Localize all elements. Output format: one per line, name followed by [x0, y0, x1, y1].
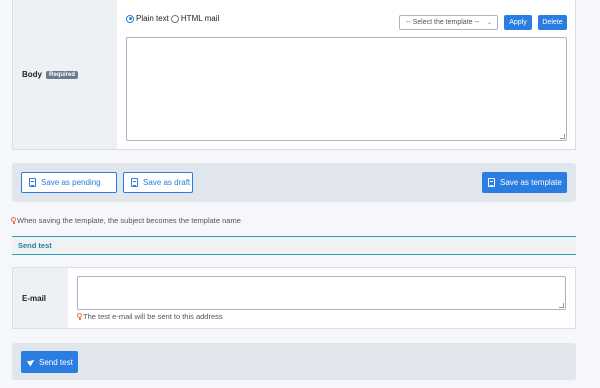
required-badge: Required — [46, 70, 79, 79]
send-test-bar: Send test — [12, 343, 576, 380]
save-as-template-label: Save as template — [500, 178, 562, 187]
email-label-cell: E-mail — [13, 268, 68, 328]
template-select[interactable]: -- Select the template -- ⌄ — [399, 15, 498, 30]
html-mail-option[interactable]: HTML mail — [170, 14, 220, 23]
plain-text-radio[interactable] — [126, 14, 134, 23]
email-hint-text: The test e-mail will be sent to this add… — [83, 312, 223, 321]
chevron-down-icon: ⌄ — [486, 20, 492, 26]
body-label-cell: Body Required — [13, 0, 117, 149]
plain-text-option[interactable]: Plain text — [126, 14, 169, 23]
template-select-value: -- Select the template -- — [406, 19, 480, 26]
html-mail-label: HTML mail — [180, 14, 220, 23]
paper-plane-icon — [26, 357, 37, 367]
html-mail-radio[interactable] — [170, 14, 179, 23]
email-hint: The test e-mail will be sent to this add… — [77, 312, 223, 321]
save-as-draft-label: Save as draft — [143, 178, 191, 187]
send-test-label: Send test — [39, 357, 73, 367]
lightbulb-icon — [77, 313, 82, 320]
resize-handle-icon[interactable] — [560, 134, 565, 139]
template-hint: When saving the template, the subject be… — [11, 216, 241, 225]
delete-button[interactable]: Delete — [538, 15, 567, 30]
document-icon — [29, 178, 36, 187]
save-as-draft-button[interactable]: Save as draft — [123, 172, 193, 193]
save-as-template-button[interactable]: Save as template — [482, 172, 567, 193]
body-input-cell: Plain text HTML mail -- Select the templ… — [117, 0, 575, 149]
body-textarea[interactable] — [126, 37, 567, 141]
save-action-bar: Save as pending Save as draft Save as te… — [12, 163, 576, 202]
document-icon — [131, 178, 138, 187]
body-field-row: Body Required Plain text HTML mail -- Se… — [12, 0, 576, 150]
apply-button[interactable]: Apply — [504, 15, 532, 30]
email-input-cell: The test e-mail will be sent to this add… — [68, 268, 575, 328]
template-hint-text: When saving the template, the subject be… — [17, 216, 241, 225]
save-as-pending-label: Save as pending — [41, 178, 101, 187]
email-field-row: E-mail The test e-mail will be sent to t… — [12, 267, 576, 329]
resize-handle-icon[interactable] — [559, 303, 564, 308]
document-icon — [488, 178, 495, 187]
send-test-title: Send test — [18, 241, 52, 250]
lightbulb-icon — [11, 217, 16, 224]
send-test-header: Send test — [12, 236, 576, 255]
send-test-button[interactable]: Send test — [21, 351, 78, 373]
format-radio-group: Plain text HTML mail — [126, 14, 221, 23]
plain-text-label: Plain text — [136, 14, 169, 23]
body-label: Body — [22, 70, 42, 79]
email-textarea[interactable] — [77, 276, 566, 310]
save-as-pending-button[interactable]: Save as pending — [21, 172, 117, 193]
email-label: E-mail — [22, 293, 47, 303]
